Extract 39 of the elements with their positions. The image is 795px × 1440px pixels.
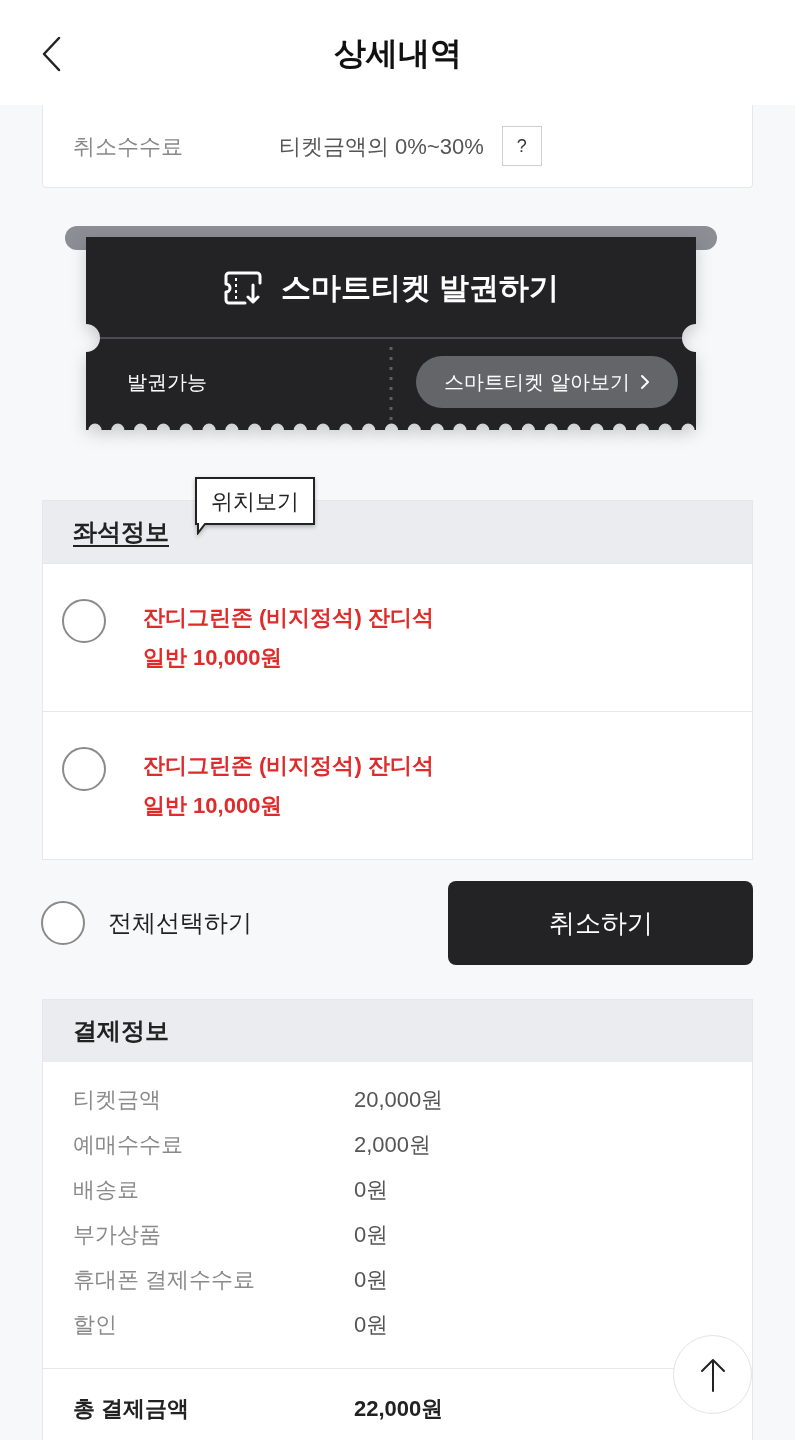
payment-label: 배송료 bbox=[73, 1176, 140, 1204]
payment-value: 0원 bbox=[354, 1221, 389, 1249]
smart-ticket-info-button[interactable]: 스마트티켓 알아보기 bbox=[416, 356, 678, 408]
back-icon bbox=[41, 36, 61, 72]
seat-zone: 잔디그린존 (비지정석) 잔디석 bbox=[143, 604, 434, 632]
seat-zone: 잔디그린존 (비지정석) 잔디석 bbox=[143, 752, 434, 780]
seat-item[interactable]: 잔디그린존 (비지정석) 잔디석 일반 10,000원 bbox=[43, 563, 752, 711]
seat-radio[interactable] bbox=[62, 747, 106, 791]
payment-label: 부가상품 bbox=[73, 1221, 162, 1249]
seat-price: 일반 10,000원 bbox=[143, 644, 284, 672]
total-label: 총 결제금액 bbox=[73, 1395, 191, 1423]
info-label: 취소수수료 bbox=[73, 132, 184, 161]
payment-value: 0원 bbox=[354, 1176, 389, 1204]
payment-label: 할인 bbox=[73, 1311, 118, 1339]
ticket-download-icon bbox=[222, 269, 263, 306]
section-title: 결제정보 bbox=[73, 1016, 169, 1046]
arrow-up-icon bbox=[698, 1356, 727, 1393]
ticket-title: 스마트티켓 발권하기 bbox=[280, 270, 560, 306]
seat-item[interactable]: 잔디그린존 (비지정석) 잔디석 일반 10,000원 bbox=[43, 711, 752, 859]
page-title: 상세내역 bbox=[333, 33, 462, 73]
payment-label: 예매수수료 bbox=[73, 1131, 184, 1159]
payment-value: 0원 bbox=[354, 1266, 389, 1294]
ticket-status: 발권가능 bbox=[127, 370, 208, 395]
payment-label: 티켓금액 bbox=[73, 1086, 162, 1114]
select-all-label: 전체선택하기 bbox=[108, 908, 252, 938]
cancel-button[interactable]: 취소하기 bbox=[448, 881, 753, 965]
help-button[interactable]: ? bbox=[501, 126, 542, 166]
location-tooltip[interactable]: 위치보기 bbox=[195, 477, 315, 535]
info-value: 티켓금액의 0%~30% bbox=[279, 132, 484, 161]
section-title: 좌석정보 bbox=[73, 517, 169, 547]
payment-value: 2,000원 bbox=[354, 1131, 432, 1159]
total-value: 22,000원 bbox=[354, 1395, 444, 1423]
seat-radio[interactable] bbox=[62, 599, 106, 643]
payment-value: 20,000원 bbox=[354, 1086, 444, 1114]
payment-value: 0원 bbox=[354, 1311, 389, 1339]
payment-label: 휴대폰 결제수수료 bbox=[73, 1266, 257, 1294]
seat-price: 일반 10,000원 bbox=[143, 792, 284, 820]
chevron-right-icon bbox=[639, 374, 650, 390]
select-all-radio[interactable] bbox=[41, 901, 85, 945]
